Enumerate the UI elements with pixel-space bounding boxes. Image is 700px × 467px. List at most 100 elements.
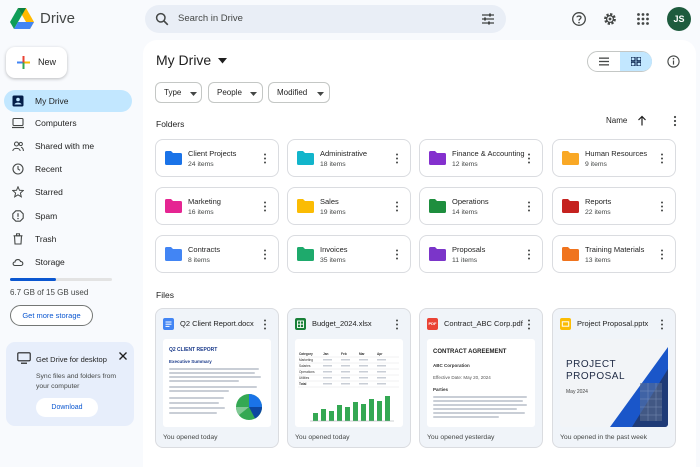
files-section-label: Files: [156, 290, 174, 300]
folder-name: Administrative: [320, 149, 368, 158]
more-options-icon[interactable]: [660, 153, 664, 164]
chevron-down-icon: [190, 92, 197, 96]
search-icon[interactable]: [155, 12, 169, 26]
sidebar-item-computers[interactable]: Computers: [4, 112, 132, 134]
more-options-icon[interactable]: [395, 201, 399, 212]
sheet-col-label: Jan: [323, 352, 329, 356]
folder-card[interactable]: Human Resources 9 items: [552, 139, 676, 177]
help-icon[interactable]: [571, 11, 587, 27]
storage-usage-text: 6.7 GB of 15 GB used: [10, 288, 89, 297]
spreadsheet-preview: Category Marketing Salaries Operations U…: [298, 352, 399, 422]
folder-name: Training Materials: [585, 245, 645, 254]
new-button[interactable]: New: [6, 47, 67, 78]
file-card[interactable]: PDF Contract_ABC Corp.pdf CONTRACT AGREE…: [419, 308, 543, 448]
folder-icon: [562, 151, 579, 165]
folder-card[interactable]: Proposals 11 items: [419, 235, 543, 273]
spam-icon: [12, 210, 24, 222]
more-options-icon[interactable]: [395, 319, 399, 330]
desktop-icon: [17, 352, 31, 364]
more-options-icon[interactable]: [660, 249, 664, 260]
arrow-up-icon[interactable]: [637, 115, 647, 126]
bar-chart-graphic: [313, 396, 390, 421]
sidebar-item-label: Storage: [35, 257, 65, 267]
text-line: [169, 412, 217, 414]
filter-chip-people[interactable]: People: [208, 82, 263, 103]
more-options-icon[interactable]: [395, 153, 399, 164]
grid-view-button[interactable]: [620, 52, 652, 71]
sidebar-item-spam[interactable]: Spam: [4, 205, 132, 227]
sidebar-item-starred[interactable]: Starred: [4, 181, 132, 203]
folder-name: Sales: [320, 197, 339, 206]
more-options-icon[interactable]: [660, 319, 664, 330]
apps-grid-icon[interactable]: [635, 11, 651, 27]
folder-name: Proposals: [452, 245, 486, 254]
more-options-icon[interactable]: [263, 319, 267, 330]
more-options-icon[interactable]: [660, 201, 664, 212]
text-line: [169, 407, 225, 409]
drive-logo-icon[interactable]: [10, 8, 34, 30]
sidebar-item-label: Computers: [35, 118, 77, 128]
folder-card[interactable]: Client Projects 24 items: [155, 139, 279, 177]
folder-card[interactable]: Administrative 18 items: [287, 139, 411, 177]
download-button[interactable]: Download: [36, 398, 98, 417]
search-filter-icon[interactable]: [481, 12, 495, 26]
sort-by-name-button[interactable]: Name: [606, 116, 627, 125]
folder-item-count: 24 items: [188, 161, 214, 168]
more-options-icon[interactable]: [263, 153, 267, 164]
file-thumbnail: CONTRACT AGREEMENT ABC Corporation Effec…: [427, 339, 535, 427]
folder-name: Finance & Accounting: [452, 149, 525, 158]
pdf-icon: PDF: [427, 318, 438, 330]
filter-chip-label: Type: [164, 88, 182, 97]
settings-gear-icon[interactable]: [602, 11, 618, 27]
more-options-icon[interactable]: [263, 249, 267, 260]
search-input[interactable]: Search in Drive: [178, 13, 243, 24]
sidebar-item-trash[interactable]: Trash: [4, 228, 132, 250]
sidebar-item-storage[interactable]: Storage: [4, 251, 132, 273]
folder-card[interactable]: Operations 14 items: [419, 187, 543, 225]
filter-chip-type[interactable]: Type: [155, 82, 202, 103]
sheet-row-label: Total: [299, 382, 306, 386]
app-title[interactable]: Drive: [40, 10, 75, 27]
text-line: [169, 380, 239, 382]
folder-card[interactable]: Sales 19 items: [287, 187, 411, 225]
get-more-storage-button[interactable]: Get more storage: [10, 305, 93, 326]
chevron-down-icon[interactable]: [218, 58, 227, 64]
more-options-icon[interactable]: [395, 249, 399, 260]
file-name: Q2 Client Report.docx: [180, 319, 254, 328]
file-thumbnail: Category Marketing Salaries Operations U…: [295, 339, 403, 427]
folder-card[interactable]: Finance & Accounting 12 items: [419, 139, 543, 177]
folder-item-count: 13 items: [585, 257, 611, 264]
more-options-icon[interactable]: [527, 249, 531, 260]
folder-card[interactable]: Reports 22 items: [552, 187, 676, 225]
file-card[interactable]: Q2 Client Report.docx Q2 CLIENT REPORT E…: [155, 308, 279, 448]
more-options-icon[interactable]: [527, 153, 531, 164]
file-last-opened: You opened yesterday: [427, 434, 495, 441]
file-card[interactable]: Budget_2024.xlsx Category Marketing Sala…: [287, 308, 411, 448]
search-bar[interactable]: Search in Drive: [145, 5, 506, 33]
list-view-button[interactable]: [588, 52, 620, 71]
more-options-icon[interactable]: [673, 115, 677, 127]
more-options-icon[interactable]: [527, 319, 531, 330]
sidebar-item-recent[interactable]: Recent: [4, 158, 132, 180]
folder-card[interactable]: Marketing 16 items: [155, 187, 279, 225]
more-options-icon[interactable]: [263, 201, 267, 212]
close-icon[interactable]: [118, 351, 128, 361]
account-avatar[interactable]: JS: [667, 7, 691, 31]
star-icon: [12, 186, 24, 198]
more-options-icon[interactable]: [527, 201, 531, 212]
file-card[interactable]: Project Proposal.pptx PROJECT PROPOSAL M…: [552, 308, 676, 448]
folder-icon: [429, 151, 446, 165]
sidebar-item-my-drive[interactable]: My Drive: [4, 90, 132, 112]
page-title[interactable]: My Drive: [156, 52, 211, 68]
sheet-row-label: Salaries: [299, 364, 311, 368]
folder-card[interactable]: Training Materials 13 items: [552, 235, 676, 273]
folder-card[interactable]: Invoices 35 items: [287, 235, 411, 273]
info-icon[interactable]: [667, 55, 680, 68]
sidebar-item-shared-with-me[interactable]: Shared with me: [4, 135, 132, 157]
filter-chip-modified[interactable]: Modified: [268, 82, 330, 103]
folder-card[interactable]: Contracts 8 items: [155, 235, 279, 273]
sidebar-item-label: Trash: [35, 234, 57, 244]
thumb-date: Effective Date: May 20, 2024: [433, 375, 491, 380]
sidebar-item-label: Starred: [35, 187, 63, 197]
sidebar-item-label: My Drive: [35, 96, 69, 106]
